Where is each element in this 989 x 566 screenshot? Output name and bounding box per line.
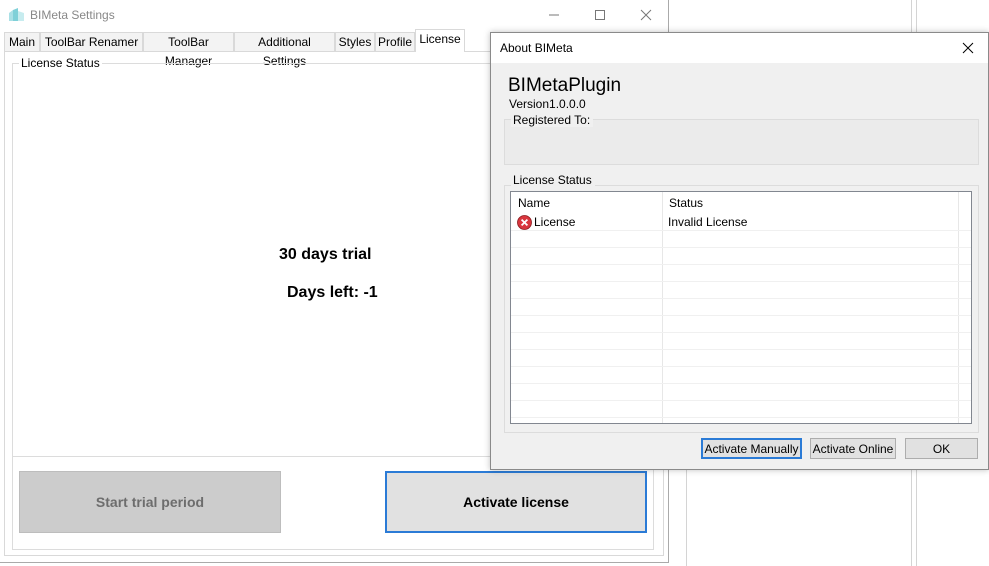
close-icon	[640, 9, 652, 21]
background-window-edge	[916, 0, 917, 32]
close-icon	[962, 42, 974, 54]
empty-row	[511, 248, 971, 265]
background-window-edge	[911, 0, 912, 32]
trial-label: 30 days trial	[279, 246, 372, 263]
tab-toolbar-renamer[interactable]: ToolBar Renamer	[40, 32, 143, 51]
empty-row	[511, 350, 971, 367]
settings-titlebar[interactable]: BIMeta Settings	[0, 0, 668, 30]
empty-row	[511, 299, 971, 316]
background-window-edge	[916, 470, 917, 566]
activate-license-button[interactable]: Activate license	[385, 471, 647, 533]
license-status-label: License Status	[511, 173, 595, 187]
about-titlebar[interactable]: About BIMeta	[491, 33, 988, 63]
dialog-title: About BIMeta	[500, 41, 573, 55]
license-list-view[interactable]: Name Status License Invalid License	[510, 191, 972, 424]
background-window-edge	[686, 470, 687, 566]
empty-row	[511, 384, 971, 401]
close-button[interactable]	[623, 0, 669, 30]
empty-row	[511, 316, 971, 333]
tab-additional-settings[interactable]: Additional Settings	[234, 32, 335, 68]
tab-main[interactable]: Main	[4, 32, 40, 51]
license-status-group-title: License Status	[21, 56, 100, 70]
dialog-close-button[interactable]	[948, 33, 988, 63]
license-status-cell: Invalid License	[668, 215, 748, 229]
empty-row	[511, 265, 971, 282]
column-header-name[interactable]: Name	[511, 192, 662, 214]
product-name: BIMetaPlugin	[508, 75, 622, 96]
maximize-icon	[595, 10, 605, 20]
window-title: BIMeta Settings	[30, 8, 115, 22]
days-left-label: Days left: -1	[287, 284, 378, 301]
tab-profile[interactable]: Profile	[375, 32, 415, 51]
background-window-edge	[911, 470, 912, 566]
activate-online-button[interactable]: Activate Online	[810, 438, 896, 459]
activate-manually-button[interactable]: Activate Manually	[701, 438, 802, 459]
registered-to-label: Registered To:	[511, 113, 594, 127]
column-header-status[interactable]: Status	[662, 192, 958, 214]
bimeta-app-icon	[8, 7, 26, 22]
license-name-cell: License	[534, 215, 576, 229]
about-dialog: About BIMeta BIMetaPlugin Version1.0.0.0…	[490, 32, 989, 470]
maximize-button[interactable]	[577, 0, 623, 30]
error-circle-icon	[517, 215, 532, 230]
ok-button[interactable]: OK	[905, 438, 978, 459]
version-label: Version1.0.0.0	[509, 97, 586, 111]
empty-row	[511, 367, 971, 384]
empty-row	[511, 231, 971, 248]
start-trial-button[interactable]: Start trial period	[19, 471, 281, 533]
minimize-button[interactable]	[531, 0, 577, 30]
minimize-icon	[549, 14, 559, 16]
tab-toolbar-manager[interactable]: ToolBar Manager	[143, 32, 234, 68]
tab-license[interactable]: License	[415, 29, 465, 52]
table-row[interactable]: License Invalid License	[511, 214, 971, 231]
list-header: Name Status	[511, 192, 971, 214]
empty-row	[511, 401, 971, 418]
tab-styles[interactable]: Styles	[335, 32, 375, 51]
empty-row	[511, 333, 971, 350]
empty-row	[511, 282, 971, 299]
